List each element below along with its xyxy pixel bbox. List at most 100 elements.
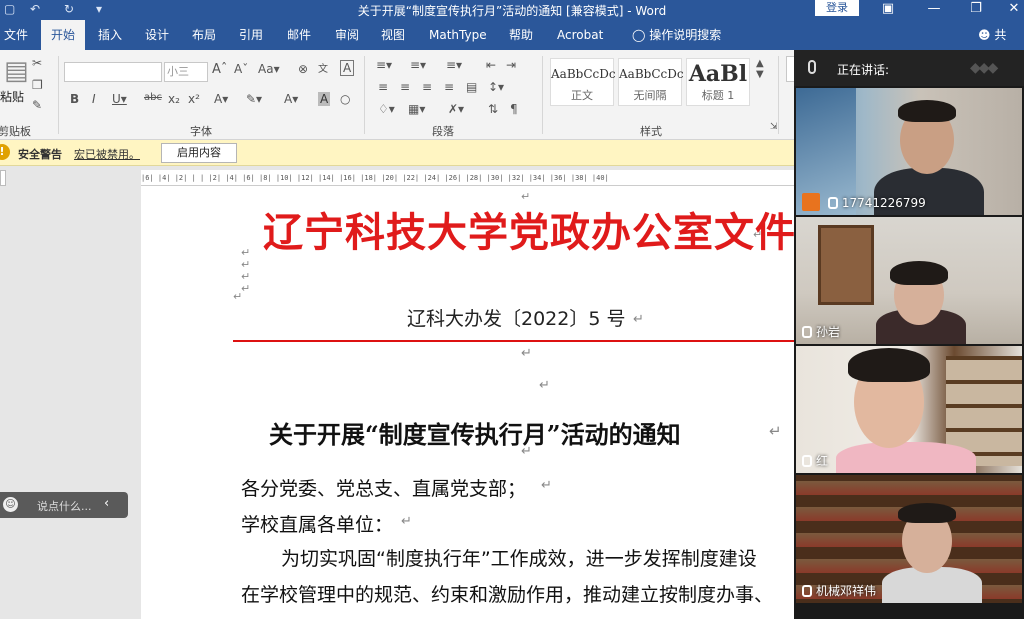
phonetic-guide-icon[interactable]: 文	[318, 60, 328, 75]
font-name-box[interactable]	[64, 62, 162, 82]
enclose-characters-icon[interactable]: ○	[340, 92, 350, 106]
cut-icon[interactable]: ✂	[32, 56, 42, 70]
distributed-icon[interactable]: ▤	[466, 80, 477, 94]
document-page[interactable]: ↵ 辽宁科技大学党政办公室文件 ↵ ↵ ↵ ↵ ↵ ↵ 辽科大办发〔2022〕5…	[141, 186, 794, 619]
strikethrough-icon[interactable]: abc	[144, 92, 162, 103]
style-heading-1[interactable]: AaBl 标题 1	[686, 58, 750, 106]
superscript-icon[interactable]: x²	[188, 92, 200, 106]
borders-icon[interactable]: ▦▾	[408, 102, 425, 116]
align-center-icon[interactable]: ≡	[400, 80, 410, 94]
group-clipboard: 剪贴板	[0, 125, 31, 138]
dialog-launcher-icon[interactable]: ⇲	[770, 122, 778, 132]
macro-disabled-link[interactable]: 宏已被禁用。	[74, 146, 140, 162]
tab-design[interactable]: 设计	[135, 20, 179, 50]
addressee-line-1: 各分党委、党总支、直属党支部；	[241, 478, 527, 500]
italic-icon[interactable]: I	[92, 92, 96, 106]
speaking-bar: 正在讲话: ◆◆◆	[794, 50, 1024, 86]
divider	[542, 56, 543, 134]
style-no-spacing-name: 无间隔	[633, 89, 667, 102]
paragraph-mark: ↵	[521, 346, 532, 361]
enable-content-button[interactable]: 启用内容	[161, 143, 237, 163]
document-number: 辽科大办发〔2022〕5 号	[407, 308, 626, 330]
subscript-icon[interactable]: x₂	[168, 92, 180, 106]
shrink-font-icon[interactable]: Aˇ	[234, 62, 248, 76]
participant-tile[interactable]: 17741226799	[796, 88, 1022, 215]
underline-icon[interactable]: U▾	[112, 92, 127, 106]
minimize-icon[interactable]: —	[922, 1, 946, 16]
format-painter-icon[interactable]: ✎	[32, 98, 42, 112]
login-button[interactable]: 登录	[815, 0, 859, 16]
tab-layout[interactable]: 布局	[182, 20, 226, 50]
tab-mailings[interactable]: 邮件	[277, 20, 321, 50]
change-case-icon[interactable]: Aa▾	[258, 62, 280, 76]
justify-icon[interactable]: ≡	[444, 80, 454, 94]
collapse-chevron-icon[interactable]: ‹	[104, 496, 109, 511]
highlight-icon[interactable]: ✎▾	[246, 92, 262, 106]
font-size-box[interactable]: 小三	[164, 62, 208, 82]
horizontal-ruler[interactable]: |6| |4| |2| | | |2| |4| |6| |8| |10| |12…	[141, 170, 794, 186]
security-warning-bar: ! 安全警告 宏已被禁用。 启用内容	[0, 140, 794, 166]
style-no-spacing[interactable]: AaBbCcDc 无间隔	[618, 58, 684, 106]
sort-icon[interactable]: ⇅	[488, 102, 498, 116]
chat-input-pill[interactable]: ☺ 说点什么... ‹	[0, 492, 128, 518]
tab-mathtype[interactable]: MathType	[419, 20, 497, 50]
style-no-spacing-preview: AaBbCcDc	[619, 67, 684, 81]
ribbon-home: ▤ 粘贴 ✂ ❐ ✎ 剪贴板 小三 Aˆ Aˇ Aa▾ ⊗ 文 A B I U▾…	[0, 50, 798, 140]
paragraph-mark: ↵	[521, 444, 532, 459]
character-border-icon[interactable]: A	[340, 60, 355, 76]
tab-home[interactable]: 开始	[41, 20, 86, 50]
paste-label[interactable]: 粘贴	[0, 88, 24, 105]
mic-muted-icon	[802, 455, 812, 467]
numbering-icon[interactable]: ≡▾	[410, 58, 426, 72]
tab-insert[interactable]: 插入	[88, 20, 132, 50]
tab-references[interactable]: 引用	[229, 20, 273, 50]
align-left-icon[interactable]: ≡	[378, 80, 388, 94]
paragraph-mark: ↵	[753, 228, 763, 241]
person-hair	[898, 100, 956, 122]
wall-picture	[818, 225, 874, 305]
decrease-indent-icon[interactable]: ⇤	[486, 58, 496, 72]
user-avatar-icon	[802, 193, 820, 211]
tell-me-search[interactable]: ◯ 操作说明搜索	[622, 20, 731, 50]
multilevel-list-icon[interactable]: ≡▾	[446, 58, 462, 72]
text-effects-icon[interactable]: A▾	[214, 92, 228, 106]
align-right-icon[interactable]: ≡	[422, 80, 432, 94]
copy-icon[interactable]: ❐	[32, 78, 43, 92]
clear-format-icon[interactable]: ⊗	[298, 62, 308, 76]
share-button[interactable]: ☻ 共享	[968, 20, 1024, 72]
paragraph-mark: ↵	[541, 478, 552, 493]
grow-font-icon[interactable]: Aˆ	[212, 62, 227, 77]
ribbon-display-options-icon[interactable]: ▣	[876, 1, 900, 16]
participant-name-2: 孙岩	[802, 323, 840, 340]
line-spacing-icon[interactable]: ↕▾	[488, 80, 504, 94]
style-normal-name: 正文	[571, 89, 593, 102]
bullets-icon[interactable]: ≡▾	[376, 58, 392, 72]
chinese-layout-icon[interactable]: ✗▾	[448, 102, 464, 116]
participant-tile[interactable]: 孙岩	[796, 217, 1022, 344]
styles-scroll-icon[interactable]: ▲ ▼	[756, 58, 764, 80]
person-body	[836, 442, 976, 473]
share-person-icon: ☻	[978, 28, 991, 42]
shading-icon[interactable]: ♢▾	[378, 102, 395, 116]
tab-review[interactable]: 审阅	[325, 20, 369, 50]
paste-icon[interactable]: ▤	[4, 56, 29, 86]
tab-help[interactable]: 帮助	[499, 20, 543, 50]
emoji-icon[interactable]: ☺	[3, 497, 18, 512]
participant-tile[interactable]: 红	[796, 346, 1022, 473]
warning-icon: !	[0, 144, 10, 160]
red-separator-line	[233, 340, 794, 342]
bold-icon[interactable]: B	[70, 92, 79, 106]
tab-view[interactable]: 视图	[371, 20, 415, 50]
font-color-icon[interactable]: A▾	[284, 92, 298, 106]
tab-file[interactable]: 文件	[0, 20, 38, 50]
style-normal[interactable]: AaBbCcDc 正文	[550, 58, 616, 106]
increase-indent-icon[interactable]: ⇥	[506, 58, 516, 72]
character-shading-icon[interactable]: A	[318, 92, 331, 106]
participant-name-1: 17741226799	[802, 193, 926, 211]
show-marks-icon[interactable]: ¶	[510, 102, 518, 116]
participant-tile[interactable]: 机械邓祥伟	[796, 475, 1022, 603]
paragraph-mark: ↵	[233, 290, 243, 303]
tab-acrobat[interactable]: Acrobat	[547, 20, 613, 50]
maximize-icon[interactable]: ❐	[964, 1, 988, 16]
close-icon[interactable]: ✕	[1002, 1, 1024, 16]
